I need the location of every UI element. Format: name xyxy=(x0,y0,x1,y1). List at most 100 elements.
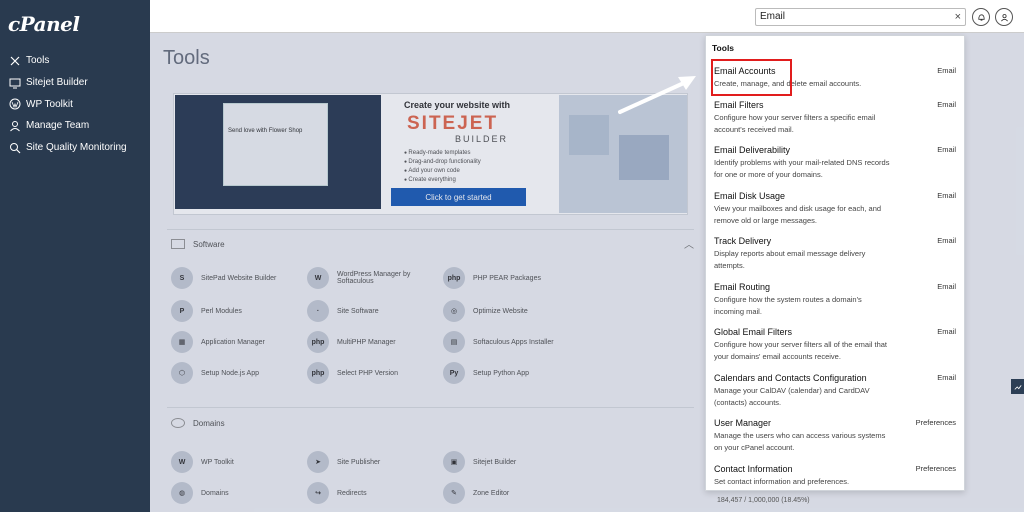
tool-item-label: Application Manager xyxy=(201,338,265,346)
cpanel-logo[interactable]: cPanel xyxy=(8,12,80,36)
sidebar-item-wp-toolkit[interactable]: WP Toolkit xyxy=(0,93,150,115)
bell-icon[interactable] xyxy=(972,8,990,26)
result-description: Display reports about email message deli… xyxy=(714,249,866,270)
result-category: Email xyxy=(937,373,956,382)
result-description: Manage your CalDAV (calendar) and CardDA… xyxy=(714,386,870,407)
collage-tile xyxy=(569,115,609,155)
tool-item-domains[interactable]: ◍ Domains xyxy=(171,482,305,504)
user-icon xyxy=(8,119,21,132)
tool-item-label: Select PHP Version xyxy=(337,369,398,377)
result-description: Create, manage, and delete email account… xyxy=(714,79,862,88)
zone-editor-icon: ✎ xyxy=(443,482,465,504)
result-name: Contact Information xyxy=(714,464,793,474)
tool-item-zone-editor[interactable]: ✎ Zone Editor xyxy=(443,482,577,504)
tool-item-site-software[interactable]: · Site Software xyxy=(307,300,441,322)
tool-item-optimize-website[interactable]: ◎ Optimize Website xyxy=(443,300,577,322)
domains-section-header[interactable]: Domains xyxy=(167,408,694,438)
result-description: Configure how your server filters a spec… xyxy=(714,113,876,134)
redirect-icon: ↪ xyxy=(307,482,329,504)
result-name: Email Filters xyxy=(714,100,764,110)
result-category: Preferences xyxy=(915,464,956,473)
nodejs-icon: ⬡ xyxy=(171,362,193,384)
tool-item-label: Setup Node.js App xyxy=(201,369,259,377)
tool-item-sitepad[interactable]: S SitePad Website Builder xyxy=(171,267,305,289)
result-email-disk-usage[interactable]: Email Disk Usage Email View your mailbox… xyxy=(706,191,964,233)
tool-item-label: Setup Python App xyxy=(473,369,530,377)
tool-item-php-pear[interactable]: php PHP PEAR Packages xyxy=(443,267,577,289)
tool-item-setup-python[interactable]: Py Setup Python App xyxy=(443,362,577,384)
tool-item-label: Site Publisher xyxy=(337,458,381,466)
result-name: Track Delivery xyxy=(714,236,772,246)
tool-item-label: SitePad Website Builder xyxy=(201,274,277,282)
user-circle-icon[interactable] xyxy=(995,8,1013,26)
globe-icon: ◍ xyxy=(171,482,193,504)
bandwidth-usage: 184,457 / 1,000,000 (18.45%) xyxy=(717,497,810,504)
sidebar-item-sitejet-builder[interactable]: Sitejet Builder xyxy=(0,72,150,94)
result-calendars-contacts[interactable]: Calendars and Contacts Configuration Ema… xyxy=(706,373,964,415)
result-email-routing[interactable]: Email Routing Email Configure how the sy… xyxy=(706,282,964,324)
sidebar-item-manage-team[interactable]: Manage Team xyxy=(0,115,150,137)
tool-item-softaculous[interactable]: ▤ Softaculous Apps Installer xyxy=(443,331,577,353)
result-name: Email Routing xyxy=(714,282,771,292)
result-email-accounts[interactable]: Email Accounts Email Create, manage, and… xyxy=(706,66,964,96)
banner-features: Ready-made templates Drag-and-drop funct… xyxy=(404,149,481,185)
result-email-deliverability[interactable]: Email Deliverability Email Identify prob… xyxy=(706,145,964,187)
get-started-button[interactable]: Click to get started xyxy=(391,188,526,206)
clear-search-button[interactable]: × xyxy=(955,9,961,25)
search-input-value: Email xyxy=(760,11,786,22)
search-results-dropdown: Tools Email Accounts Email Create, manag… xyxy=(705,35,965,491)
result-contact-information[interactable]: Contact Information Preferences Set cont… xyxy=(706,464,964,490)
result-category: Email xyxy=(937,191,956,200)
tools-icon xyxy=(8,54,21,67)
chevron-up-icon[interactable]: ︿ xyxy=(684,236,694,251)
result-category: Email xyxy=(937,236,956,245)
sidebar-nav: Tools Sitejet Builder WP Toolkit Manage … xyxy=(0,50,150,158)
sidebar-item-label: Manage Team xyxy=(26,120,90,132)
result-name: Email Accounts xyxy=(714,66,776,76)
tool-item-select-php-version[interactable]: php Select PHP Version xyxy=(307,362,441,384)
tool-item-label: PHP PEAR Packages xyxy=(473,274,541,282)
result-global-email-filters[interactable]: Global Email Filters Email Configure how… xyxy=(706,327,964,369)
site-software-icon: · xyxy=(307,300,329,322)
sitejet-logo-text: SITEJET xyxy=(407,113,499,134)
tool-item-application-manager[interactable]: ▦ Application Manager xyxy=(171,331,305,353)
software-section: Software ︿ S SitePad Website Builder W Wor… xyxy=(167,229,694,407)
result-description: Set contact information and preferences. xyxy=(714,477,850,486)
result-description: Configure how your server filters all of… xyxy=(714,340,887,361)
tool-item-multiphp-manager[interactable]: php MultiPHP Manager xyxy=(307,331,441,353)
tool-item-label: MultiPHP Manager xyxy=(337,338,396,346)
software-section-header[interactable]: Software xyxy=(167,230,694,258)
php-icon: php xyxy=(307,331,329,353)
python-icon: Py xyxy=(443,362,465,384)
tool-item-label: Perl Modules xyxy=(201,307,242,315)
tool-item-wp-toolkit[interactable]: W WP Toolkit xyxy=(171,451,305,473)
builder-logo-text: BUILDER xyxy=(455,134,509,144)
banner-mockup-page: Send love with Flower Shop xyxy=(223,103,328,186)
tool-item-label: Optimize Website xyxy=(473,307,528,315)
result-user-manager[interactable]: User Manager Preferences Manage the user… xyxy=(706,418,964,460)
result-track-delivery[interactable]: Track Delivery Email Display reports abo… xyxy=(706,236,964,278)
tool-item-label: Sitejet Builder xyxy=(473,458,517,466)
tool-item-setup-nodejs[interactable]: ⬡ Setup Node.js App xyxy=(171,362,305,384)
sidebar-item-site-quality-monitoring[interactable]: Site Quality Monitoring xyxy=(0,137,150,159)
banner-heading: Create your website with xyxy=(404,100,511,110)
software-icon xyxy=(171,239,185,249)
tool-item-perl-modules[interactable]: P Perl Modules xyxy=(171,300,305,322)
banner-feature: Add your own code xyxy=(404,167,481,176)
sidebar-item-tools[interactable]: Tools xyxy=(0,50,150,72)
php-icon: php xyxy=(443,267,465,289)
sidebar-item-label: WP Toolkit xyxy=(26,98,73,110)
result-description: View your mailboxes and disk usage for e… xyxy=(714,204,882,225)
result-description: Manage the users who can access various … xyxy=(714,431,886,452)
tool-item-label: Site Software xyxy=(337,307,379,315)
search-input[interactable]: Email × xyxy=(755,8,966,26)
tool-item-sitejet-builder[interactable]: ▣ Sitejet Builder xyxy=(443,451,577,473)
tool-item-wordpress-manager[interactable]: W WordPress Manager by Softaculous xyxy=(307,267,441,289)
sidebar: cPanel Tools Sitejet Builder WP Toolkit … xyxy=(0,0,150,512)
sitejet-banner[interactable]: Send love with Flower Shop Create your w… xyxy=(173,93,688,215)
tool-item-site-publisher[interactable]: ➤ Site Publisher xyxy=(307,451,441,473)
result-email-filters[interactable]: Email Filters Email Configure how your s… xyxy=(706,100,964,142)
tool-item-label: Redirects xyxy=(337,489,367,497)
tool-item-redirects[interactable]: ↪ Redirects xyxy=(307,482,441,504)
chart-icon[interactable] xyxy=(1011,379,1024,394)
